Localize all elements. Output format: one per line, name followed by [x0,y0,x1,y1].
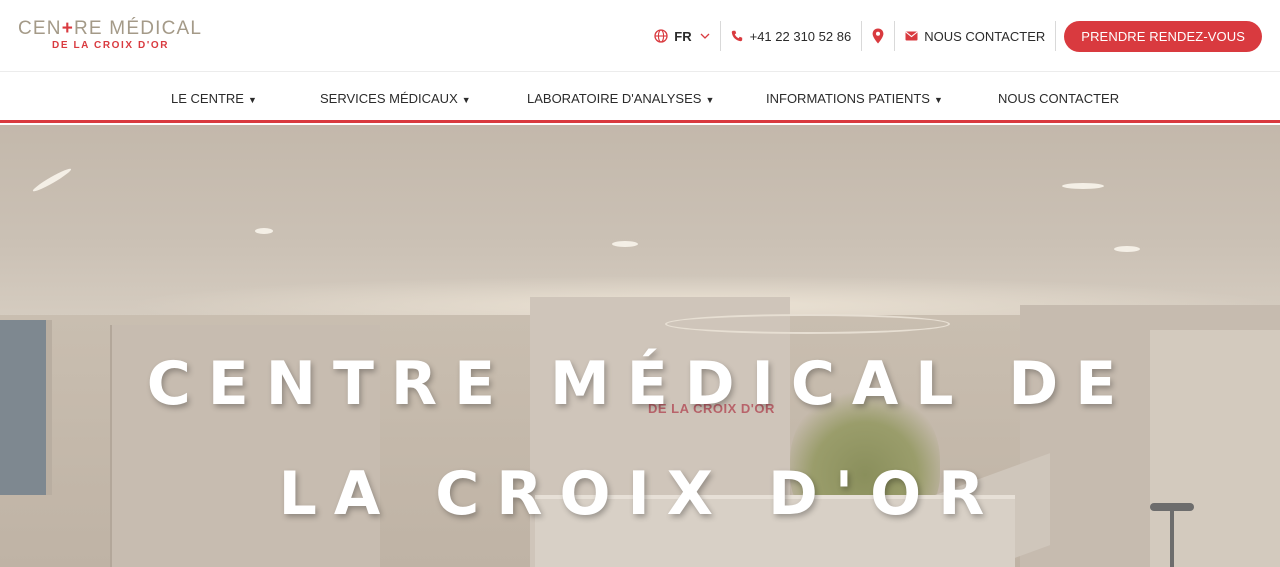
hero-title-line1: CENTRE MÉDICAL DE [146,349,1134,419]
nav-item-informations-patients[interactable]: INFORMATIONS PATIENTS ▼ [766,91,943,106]
caret-down-icon: ▼ [705,94,715,105]
ceiling-light [1114,246,1140,252]
nav-item-label: LABORATOIRE D'ANALYSES [527,91,702,106]
logo-cross-icon: + [61,18,75,39]
hero-banner: DE LA CROIX D'OR CENTRE MÉDICAL DE LA CR… [0,125,1280,567]
envelope-icon [905,31,918,41]
nav-item-label: LE CENTRE [171,91,244,106]
chevron-down-icon [700,33,710,39]
caret-down-icon: ▼ [933,94,943,105]
book-appointment-button[interactable]: PRENDRE RENDEZ-VOUS [1064,20,1262,52]
ceiling-light [1062,183,1104,189]
logo-wordmark: CEN+RE MÉDICAL [18,19,202,39]
nav-item-nous-contacter[interactable]: NOUS CONTACTER [998,91,1119,106]
caret-down-icon: ▼ [461,94,471,105]
ceiling-light [612,241,638,247]
hero-title: CENTRE MÉDICAL DE LA CROIX D'OR [0,329,1280,549]
nav-item-le-centre[interactable]: LE CENTRE ▼ [171,91,257,106]
contact-link[interactable]: NOUS CONTACTER [895,21,1055,51]
site-logo[interactable]: CEN+RE MÉDICAL DE LA CROIX D'OR [18,19,202,52]
nav-item-services-medicaux[interactable]: SERVICES MÉDICAUX ▼ [320,91,471,106]
caret-down-icon: ▼ [247,94,257,105]
logo-text-part1: CEN [18,18,62,39]
contact-label: NOUS CONTACTER [924,28,1046,44]
nav-item-label: SERVICES MÉDICAUX [320,91,458,106]
language-value: FR [674,28,692,44]
phone-icon [731,30,743,42]
ceiling-light [255,228,273,234]
nav-item-laboratoire[interactable]: LABORATOIRE D'ANALYSES ▼ [527,91,714,106]
logo-subtitle: DE LA CROIX D'OR [52,40,170,51]
logo-text-part2: RE MÉDICAL [74,18,203,39]
divider [1055,21,1057,51]
nav-item-label: NOUS CONTACTER [998,91,1120,106]
header-tools: FR +41 22 310 52 86 NOUS CONTACTER PREND… [644,20,1262,52]
main-navigation: LE CENTRE ▼ SERVICES MÉDICAUX ▼ LABORATO… [0,73,1280,123]
globe-icon [654,29,668,43]
hero-title-line2: LA CROIX D'OR [278,459,1002,529]
language-selector[interactable]: FR [644,21,719,51]
phone-link[interactable]: +41 22 310 52 86 [721,21,862,51]
phone-number: +41 22 310 52 86 [749,28,852,44]
nav-item-label: INFORMATIONS PATIENTS [766,91,930,106]
location-link[interactable] [862,21,894,51]
top-bar: CEN+RE MÉDICAL DE LA CROIX D'OR FR +41 2… [0,0,1280,72]
map-pin-icon [872,28,884,44]
